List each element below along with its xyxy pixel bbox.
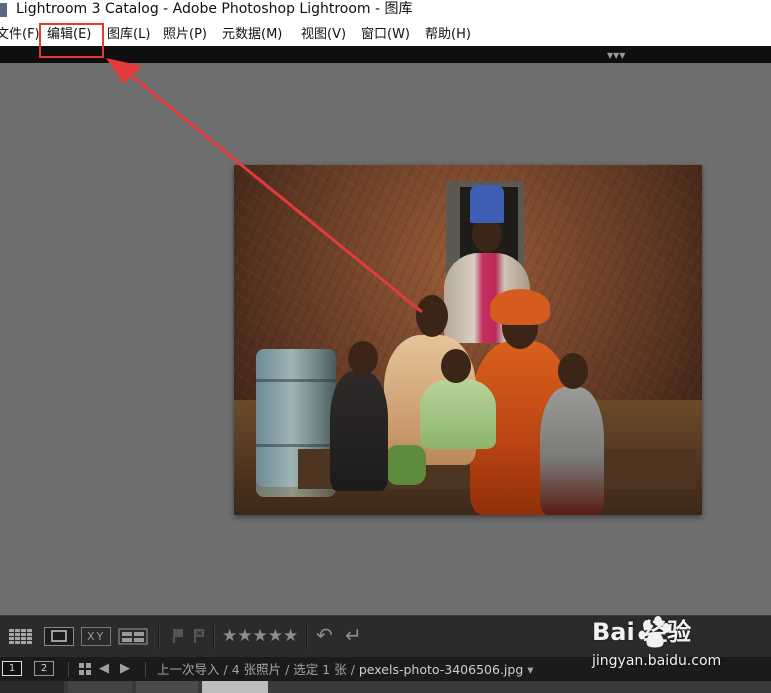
boy-left-head: [348, 341, 378, 375]
menu-library[interactable]: 图库(L): [107, 26, 150, 44]
filmstrip-thumbnails: [0, 681, 771, 693]
loupe-view-icon[interactable]: [44, 627, 74, 646]
filmstrip-separator: [68, 662, 69, 677]
green-skirt: [386, 445, 426, 485]
watermark-url: jingyan.baidu.com: [592, 653, 722, 669]
boy-right-head: [558, 353, 588, 389]
star-rating[interactable]: ★★★★★: [222, 626, 298, 646]
breadcrumb-slash: /: [350, 662, 359, 677]
dropdown-chevron-icon[interactable]: ▾: [527, 662, 533, 677]
filmstrip-source-breadcrumb[interactable]: 上一次导入 / 4 张照片 / 选定 1 张 / pexels-photo-34…: [157, 662, 534, 677]
filmstrip-thumbnail[interactable]: [0, 681, 64, 693]
forward-arrow-icon[interactable]: ▶: [120, 662, 130, 676]
menu-metadata[interactable]: 元数据(M): [222, 26, 282, 44]
orange-head-wrap: [490, 289, 550, 325]
flag-pick-icon[interactable]: [172, 628, 185, 644]
compare-label: XY: [87, 630, 106, 643]
woman-beige-head: [416, 295, 448, 337]
menu-bar: 文件(F) 编辑(E) 图库(L) 照片(P) 元数据(M) 视图(V) 窗口(…: [0, 22, 771, 46]
rotate-right-icon[interactable]: ↵: [345, 625, 362, 645]
back-arrow-icon[interactable]: ◀: [99, 662, 109, 676]
rotate-left-icon[interactable]: ↶: [316, 625, 333, 645]
family-portrait-photo[interactable]: [234, 165, 702, 515]
toolbar-separator: [306, 625, 307, 649]
toolbar-separator: [158, 625, 159, 649]
panel-top-strip: ▼▼▼: [0, 46, 771, 63]
flag-reject-icon[interactable]: [193, 628, 206, 644]
grid-view-icon[interactable]: [8, 627, 36, 646]
barrel-rib: [256, 379, 336, 382]
boy-right: [540, 387, 604, 515]
title-bar: Lightroom 3 Catalog - Adobe Photoshop Li…: [0, 0, 771, 22]
selected-count: 选定 1 张: [293, 662, 347, 677]
boy-left: [330, 371, 388, 491]
current-filename: pexels-photo-3406506.jpg: [358, 662, 524, 677]
filmstrip-thumbnail[interactable]: [136, 681, 198, 693]
primary-display-button[interactable]: 1: [2, 661, 22, 676]
photo-count: 4 张照片: [231, 662, 282, 677]
menu-file[interactable]: 文件(F): [0, 26, 40, 44]
window-title: Lightroom 3 Catalog - Adobe Photoshop Li…: [16, 1, 413, 17]
filmstrip-thumbnail[interactable]: [68, 681, 132, 693]
filmstrip-separator: [145, 662, 146, 677]
menu-view[interactable]: 视图(V): [301, 26, 346, 44]
filmstrip-thumbnail-selected[interactable]: [202, 681, 268, 693]
panel-grip-icon[interactable]: ▼▼▼: [607, 51, 625, 60]
survey-view-icon[interactable]: [118, 627, 148, 646]
blue-head-wrap: [470, 185, 504, 223]
baidu-paw-icon: [638, 616, 670, 648]
toolbar-separator: [213, 625, 214, 649]
baidu-jingyan-watermark: Bai 经验 jingyan.baidu.com: [590, 616, 771, 676]
barrel-rib: [256, 444, 336, 447]
breadcrumb-slash: /: [223, 662, 232, 677]
compare-view-icon[interactable]: XY: [81, 627, 111, 646]
menu-help[interactable]: 帮助(H): [425, 26, 471, 44]
edit-menu-highlight-box: [39, 23, 104, 58]
lightroom-app-icon: [0, 3, 7, 17]
menu-window[interactable]: 窗口(W): [361, 26, 410, 44]
source-name: 上一次导入: [157, 662, 220, 677]
child-green: [420, 379, 496, 449]
grid-mode-icon[interactable]: [78, 662, 92, 680]
child-green-head: [441, 349, 471, 383]
secondary-display-button[interactable]: 2: [34, 661, 54, 676]
menu-photo[interactable]: 照片(P): [163, 26, 207, 44]
